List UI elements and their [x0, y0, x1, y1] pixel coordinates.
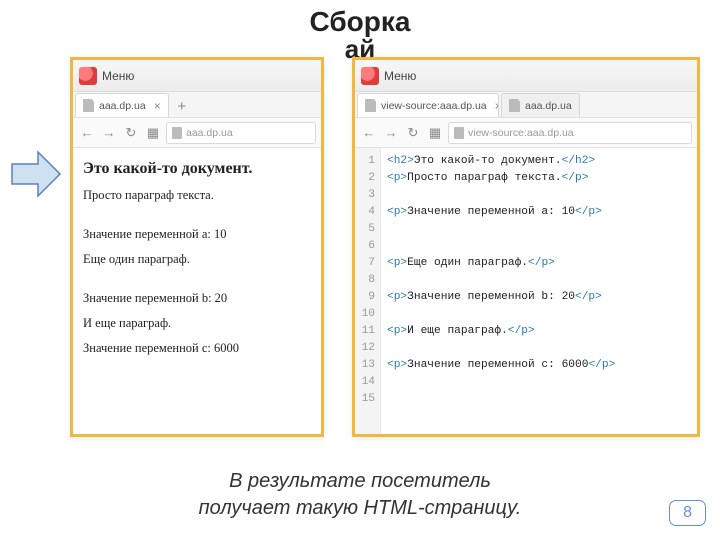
line-number: 7	[360, 255, 375, 272]
tab-bar: aaa.dp.ua × +	[73, 92, 321, 118]
reload-icon[interactable]: ↻	[122, 124, 140, 142]
code-line: <h2>Это какой-то документ.</h2>	[387, 153, 615, 170]
opera-logo-icon	[79, 67, 97, 85]
line-number: 8	[360, 272, 375, 289]
tab-label: aaa.dp.ua	[525, 100, 572, 112]
url-text: view-source:aaa.dp.ua	[468, 127, 574, 139]
window-titlebar: Меню	[355, 60, 697, 92]
reload-icon[interactable]: ↻	[404, 124, 422, 142]
source-view: 123456789101112131415 <h2>Это какой-то д…	[355, 148, 697, 434]
address-bar[interactable]: aaa.dp.ua	[166, 122, 316, 144]
line-number: 10	[360, 306, 375, 323]
code-line: <p>Еще один параграф.</p>	[387, 255, 615, 272]
code-line	[387, 391, 615, 408]
page-icon	[172, 127, 182, 139]
line-number: 12	[360, 340, 375, 357]
window-titlebar: Меню	[73, 60, 321, 92]
favicon-icon	[365, 99, 376, 112]
back-icon[interactable]: ←	[78, 124, 96, 142]
line-number: 1	[360, 153, 375, 170]
code-line: <p>Значение переменной a: 10</p>	[387, 204, 615, 221]
menu-label[interactable]: Меню	[102, 69, 134, 83]
line-number: 9	[360, 289, 375, 306]
code-line: <p>Значение переменной c: 6000</p>	[387, 357, 615, 374]
paragraph: И еще параграф.	[83, 316, 311, 331]
speed-dial-icon[interactable]: ▦	[426, 124, 444, 142]
line-number: 6	[360, 238, 375, 255]
heading: Это какой-то документ.	[83, 160, 311, 178]
caption-line: В результате посетитель	[0, 468, 720, 495]
caption-line: получает такую HTML-страницу.	[0, 495, 720, 522]
page-number: 8	[669, 500, 706, 526]
paragraph: Значение переменной b: 20	[83, 291, 311, 306]
code-line: <p>Значение переменной b: 20</p>	[387, 289, 615, 306]
code-line	[387, 374, 615, 391]
tab-label: aaa.dp.ua	[99, 100, 146, 112]
tab-bar: view-source:aaa.dp.ua × aaa.dp.ua	[355, 92, 697, 118]
line-number: 13	[360, 357, 375, 374]
tab-active[interactable]: view-source:aaa.dp.ua ×	[357, 93, 499, 117]
paragraph: Просто параграф текста.	[83, 188, 311, 203]
menu-label[interactable]: Меню	[384, 69, 416, 83]
line-number: 14	[360, 374, 375, 391]
line-number: 15	[360, 391, 375, 408]
line-number: 5	[360, 221, 375, 238]
code-line	[387, 272, 615, 289]
forward-icon[interactable]: →	[100, 124, 118, 142]
line-number: 3	[360, 187, 375, 204]
code-line	[387, 340, 615, 357]
line-number: 2	[360, 170, 375, 187]
address-bar[interactable]: view-source:aaa.dp.ua	[448, 122, 692, 144]
code-line: <p>И еще параграф.</p>	[387, 323, 615, 340]
line-number: 4	[360, 204, 375, 221]
nav-toolbar: ← → ↻ ▦ view-source:aaa.dp.ua	[355, 118, 697, 148]
close-icon[interactable]: ×	[154, 99, 161, 113]
favicon-icon	[83, 99, 94, 112]
url-text: aaa.dp.ua	[186, 127, 233, 139]
paragraph: Значение переменной c: 6000	[83, 341, 311, 356]
line-number: 11	[360, 323, 375, 340]
rendered-page: Это какой-то документ. Просто параграф т…	[73, 148, 321, 378]
page-icon	[454, 127, 464, 139]
nav-toolbar: ← → ↻ ▦ aaa.dp.ua	[73, 118, 321, 148]
favicon-icon	[509, 99, 520, 112]
code-line	[387, 238, 615, 255]
speed-dial-icon[interactable]: ▦	[144, 124, 162, 142]
paragraph: Значение переменной a: 10	[83, 227, 311, 242]
slide-caption: В результате посетитель получает такую H…	[0, 468, 720, 522]
slide-title: Сборка	[0, 0, 720, 38]
code-line: <p>Просто параграф текста.</p>	[387, 170, 615, 187]
tab-active[interactable]: aaa.dp.ua ×	[75, 93, 169, 117]
code-area: <h2>Это какой-то документ.</h2><p>Просто…	[381, 148, 621, 434]
browser-window-source: Меню view-source:aaa.dp.ua × aaa.dp.ua ←…	[352, 57, 700, 437]
browser-window-rendered: Меню aaa.dp.ua × + ← → ↻ ▦ aaa.dp.ua Это…	[70, 57, 324, 437]
close-icon[interactable]: ×	[495, 99, 499, 113]
tab-label: view-source:aaa.dp.ua	[381, 100, 487, 112]
forward-icon[interactable]: →	[382, 124, 400, 142]
code-line	[387, 187, 615, 204]
code-line	[387, 221, 615, 238]
line-gutter: 123456789101112131415	[355, 148, 381, 434]
paragraph: Еще один параграф.	[83, 252, 311, 267]
code-line	[387, 306, 615, 323]
new-tab-button[interactable]: +	[171, 95, 193, 117]
tab-inactive[interactable]: aaa.dp.ua	[501, 93, 580, 117]
opera-logo-icon	[361, 67, 379, 85]
back-icon[interactable]: ←	[360, 124, 378, 142]
